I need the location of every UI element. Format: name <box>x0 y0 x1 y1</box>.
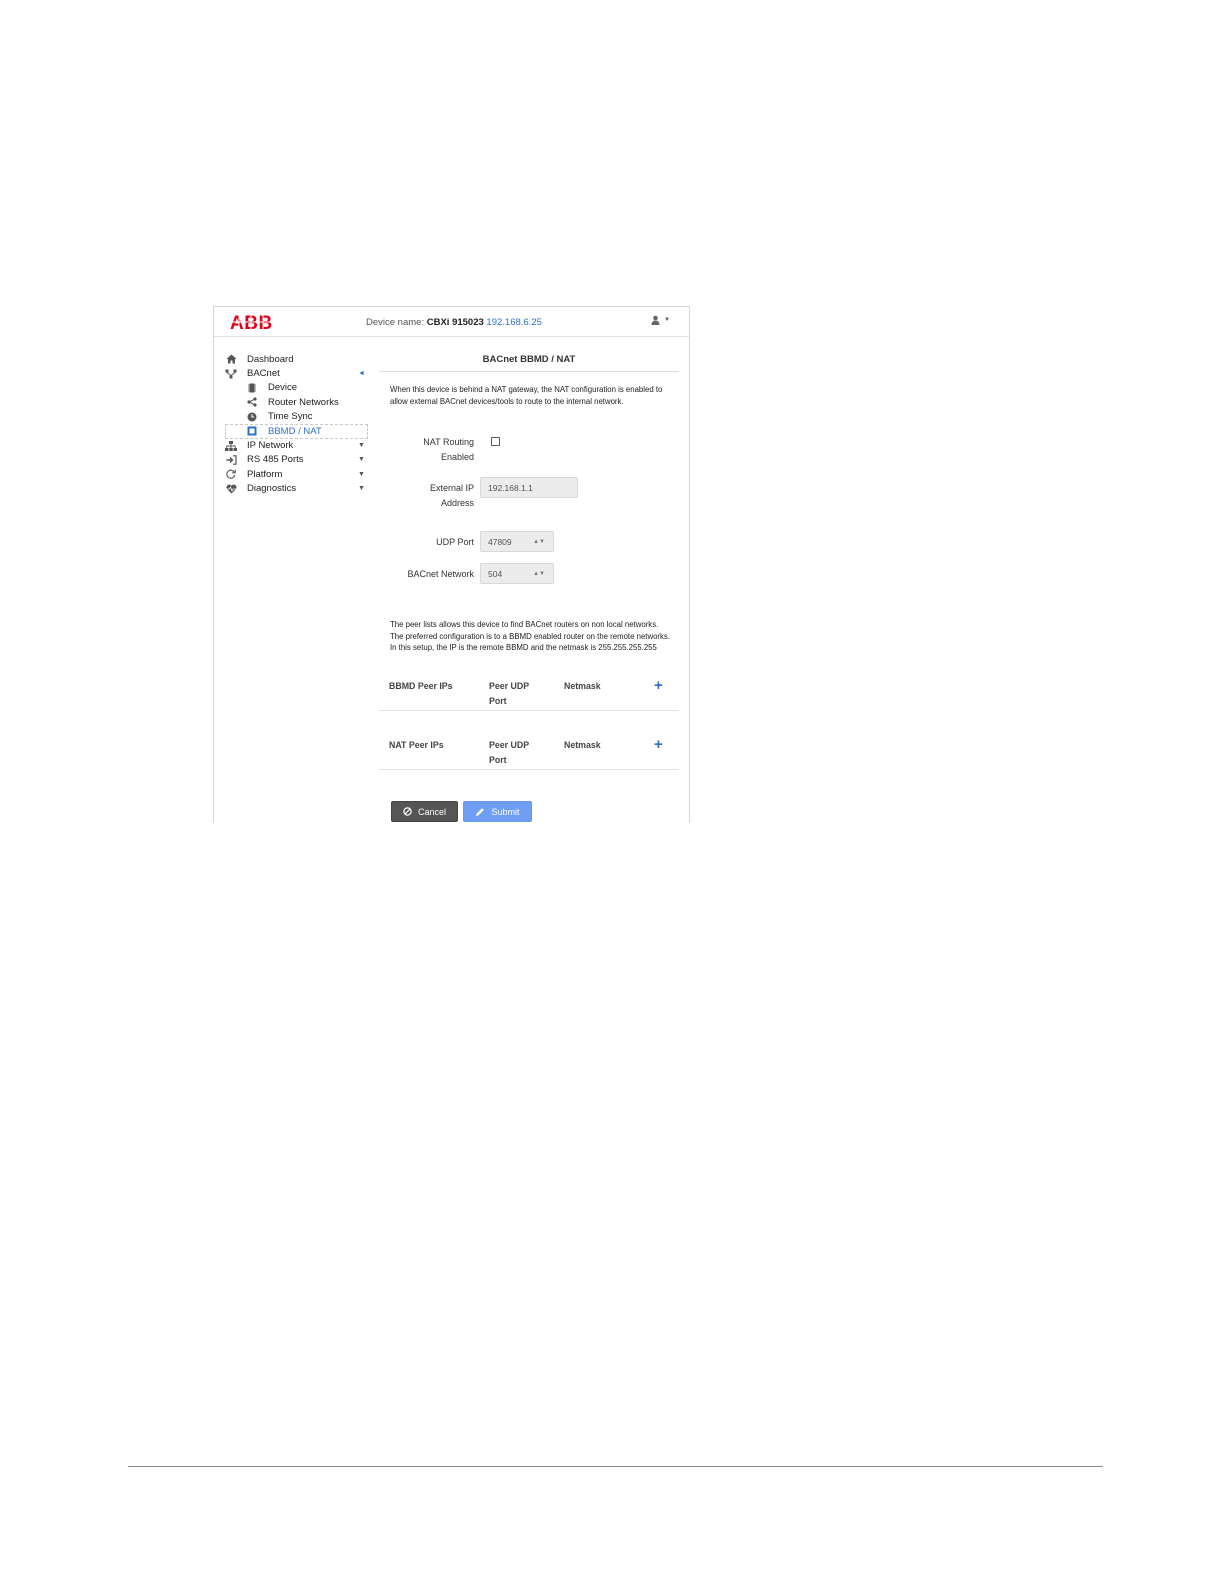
bbmd-peer-udp-port-header: Peer UDP Port <box>489 679 529 708</box>
heartbeat-icon <box>225 483 237 495</box>
sidebar-item-label: IP Network <box>247 440 294 452</box>
expand-arrow-icon[interactable]: ▼ <box>358 442 365 449</box>
external-ip-label-line1: External IP <box>429 483 474 493</box>
bacnet-network-value: 504 <box>488 569 503 579</box>
nat-routing-checkbox[interactable] <box>491 437 500 446</box>
sidebar-item-time-sync[interactable]: Time Sync <box>214 410 369 424</box>
add-nat-peer-button[interactable]: + <box>654 737 663 752</box>
udp-port-label: UDP Port <box>436 537 474 547</box>
intro-text: When this device is behind a NAT gateway… <box>390 385 663 406</box>
user-menu-button[interactable]: ▼ <box>651 315 670 325</box>
udp-port-stepper[interactable]: 47809 ▲▼ <box>480 531 554 552</box>
cancel-button-label: Cancel <box>417 806 446 817</box>
user-icon <box>651 315 660 325</box>
sidebar-nav: Dashboard BACnet ◄ Device Router Network… <box>214 352 369 496</box>
chevron-down-icon: ▼ <box>664 317 670 323</box>
sidebar-item-label: BBMD / NAT <box>268 425 322 437</box>
bacnet-network-stepper[interactable]: 504 ▲▼ <box>480 563 554 584</box>
expand-arrow-icon[interactable]: ▼ <box>358 456 365 463</box>
pencil-icon <box>476 807 485 816</box>
expand-arrow-icon[interactable]: ▼ <box>358 471 365 478</box>
nat-table-divider <box>379 769 679 770</box>
bacnet-network-label: BACnet Network <box>407 569 474 579</box>
sidebar-item-label: Platform <box>247 468 283 480</box>
refresh-icon <box>225 468 237 480</box>
bbmd-icon <box>246 425 258 437</box>
sidebar-item-platform[interactable]: Platform ▼ <box>214 467 369 481</box>
sidebar-item-label: Router Networks <box>268 396 339 408</box>
bbmd-peer-ips-header: BBMD Peer IPs <box>389 681 453 691</box>
page-footer-rule <box>128 1466 1103 1467</box>
sidebar-item-ip-network[interactable]: IP Network ▼ <box>214 438 369 452</box>
device-prefix: Device name: <box>366 317 425 328</box>
sidebar-item-dashboard[interactable]: Dashboard <box>214 352 369 366</box>
external-ip-label: External IP Address <box>379 481 474 510</box>
nat-routing-label-line1: NAT Routing <box>423 437 474 447</box>
nat-routing-label: NAT Routing Enabled <box>379 435 474 464</box>
abb-logo-mark: ABB <box>230 313 274 334</box>
nat-netmask-header: Netmask <box>564 740 601 750</box>
udp-port-value: 47809 <box>488 537 512 547</box>
ban-icon <box>403 807 412 816</box>
share-icon <box>246 396 258 408</box>
sidebar-item-label: RS 485 Ports <box>247 454 304 466</box>
device-icon <box>246 382 258 394</box>
bbmd-peer-udp-port-header-line1: Peer UDP <box>489 681 530 691</box>
sidebar-item-label: Device <box>268 382 298 394</box>
nat-peer-udp-port-header: Peer UDP Port <box>489 738 529 767</box>
external-ip-label-line2: Address <box>440 497 474 508</box>
spinner-arrows-icon[interactable]: ▲▼ <box>533 564 545 585</box>
sign-in-icon <box>225 454 237 466</box>
nat-routing-label-line2: Enabled <box>440 451 474 462</box>
add-bbmd-peer-button[interactable]: + <box>654 678 663 693</box>
sidebar-item-router-networks[interactable]: Router Networks <box>214 395 369 409</box>
sidebar-item-bacnet[interactable]: BACnet ◄ <box>214 366 369 380</box>
bbmd-table-divider <box>379 710 679 711</box>
page-title: BACnet BBMD / NAT <box>482 354 576 365</box>
abb-logo[interactable]: ABB <box>230 313 274 336</box>
sidebar-item-rs485-ports[interactable]: RS 485 Ports ▼ <box>214 453 369 467</box>
device-ip-link[interactable]: 192.168.6.25 <box>486 317 541 328</box>
spinner-arrows-icon[interactable]: ▲▼ <box>533 532 545 553</box>
device-info: Device name: CBXi 915023 192.168.6.25 <box>366 317 542 328</box>
app-window: ABB Device name: CBXi 915023 192.168.6.2… <box>213 306 690 823</box>
external-ip-value: 192.168.1.1 <box>488 483 533 493</box>
sidebar-item-label: Dashboard <box>247 353 294 365</box>
device-name: CBXi 915023 <box>426 317 484 328</box>
sitemap-icon <box>225 440 237 452</box>
clock-icon <box>246 411 258 423</box>
submit-button-label: Submit <box>491 806 520 817</box>
nat-peer-ips-header: NAT Peer IPs <box>389 740 444 750</box>
top-bar: ABB Device name: CBXi 915023 192.168.6.2… <box>214 307 689 337</box>
bbmd-peer-udp-port-header-line2: Port <box>489 695 507 706</box>
sidebar-item-label: BACnet <box>247 368 280 380</box>
sidebar-item-device[interactable]: Device <box>214 381 369 395</box>
sidebar-item-label: Time Sync <box>268 411 313 423</box>
expand-arrow-icon[interactable]: ▼ <box>358 485 365 492</box>
peer-list-text: The peer lists allows this device to fin… <box>390 620 670 652</box>
title-divider <box>379 371 679 372</box>
nat-peer-udp-port-header-line2: Port <box>489 754 507 765</box>
submit-button[interactable]: Submit <box>463 801 532 822</box>
sidebar-item-label: Diagnostics <box>247 483 297 495</box>
home-icon <box>225 353 237 365</box>
external-ip-input[interactable]: 192.168.1.1 <box>480 477 578 498</box>
bbmd-netmask-header: Netmask <box>564 681 601 691</box>
collapse-arrow-icon[interactable]: ◄ <box>358 370 365 377</box>
nat-peer-udp-port-header-line1: Peer UDP <box>489 740 530 750</box>
cancel-button[interactable]: Cancel <box>391 801 458 822</box>
sidebar-item-bbmd-nat[interactable]: BBMD / NAT <box>214 423 369 439</box>
sidebar-item-diagnostics[interactable]: Diagnostics ▼ <box>214 482 369 496</box>
network-tree-icon <box>225 368 237 380</box>
